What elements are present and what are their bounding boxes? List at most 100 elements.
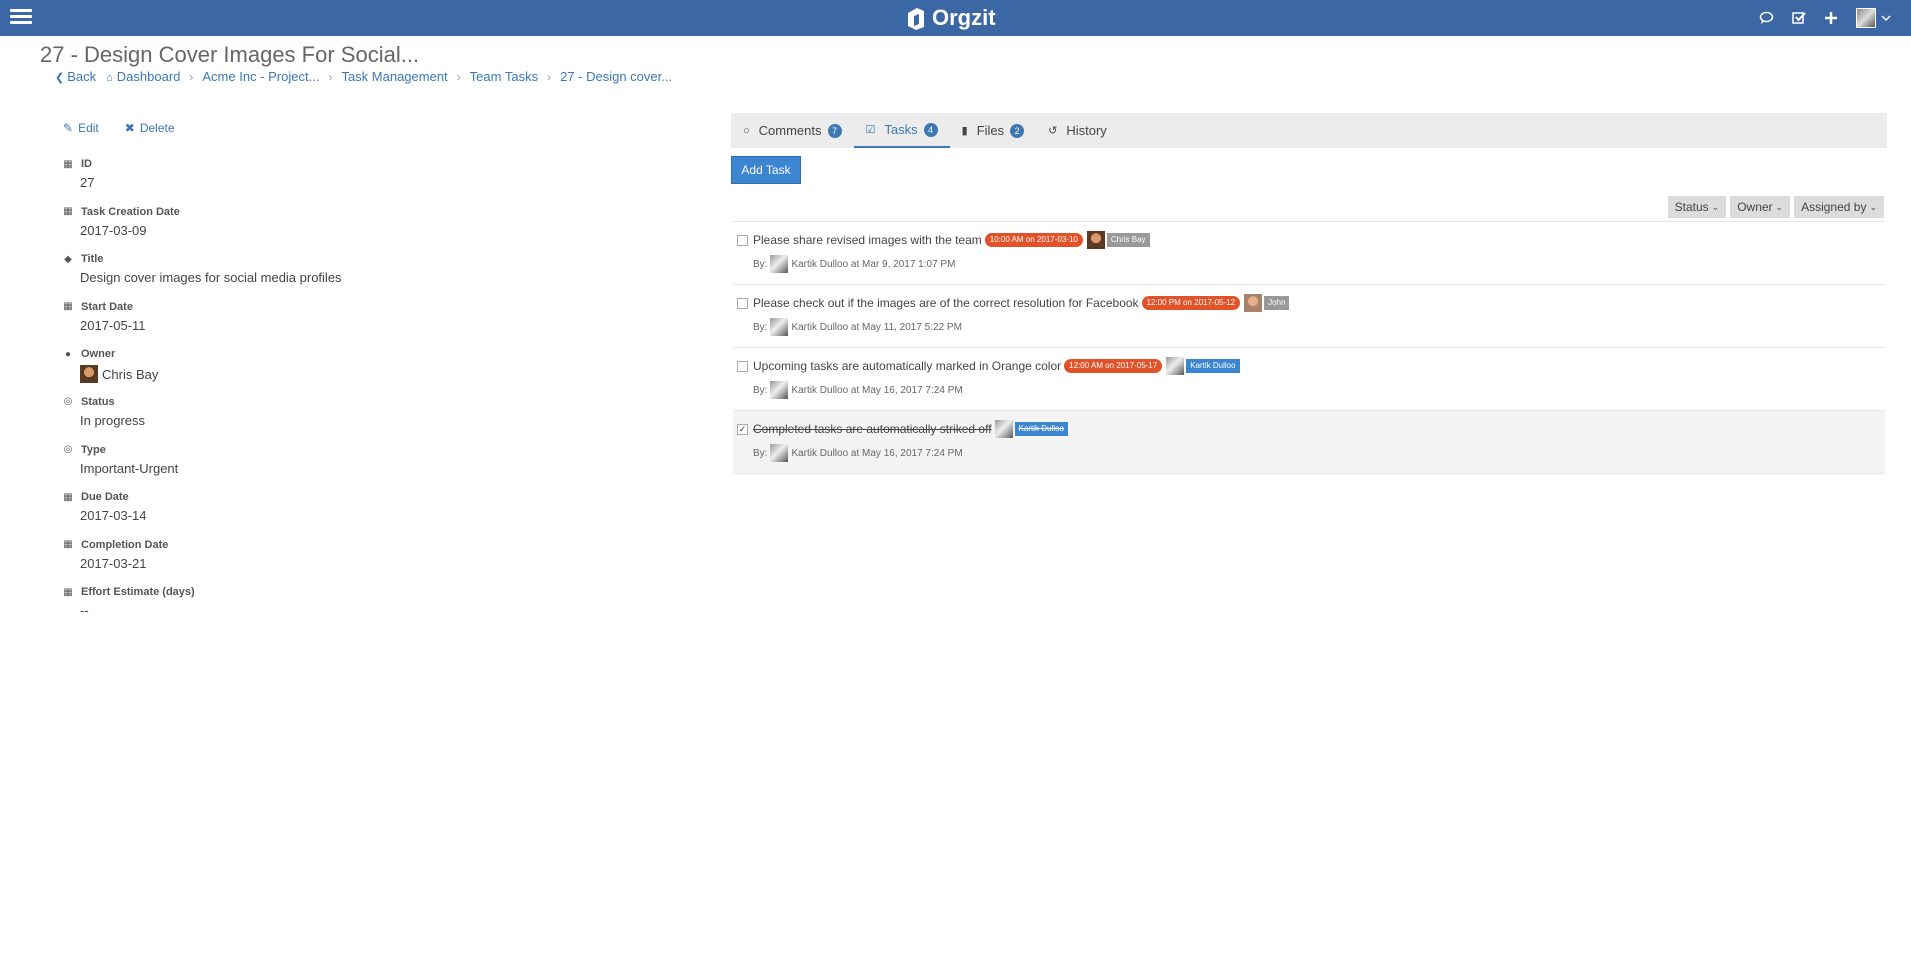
filter-owner[interactable]: Owner ⌄ <box>1730 196 1791 218</box>
avatar <box>770 381 789 399</box>
avatar <box>770 255 789 273</box>
chat-icon[interactable] <box>1759 11 1774 25</box>
calendar-icon: ▦ <box>63 301 73 313</box>
file-icon: ▮ <box>961 125 968 137</box>
target-icon: ◎ <box>63 396 73 408</box>
task-meta: Kartik Dulloo at May 16, 2017 7:24 PM <box>791 447 963 459</box>
avatar <box>1086 231 1105 249</box>
breadcrumb: ❮ Back ⌂ Dashboard › Acme Inc - Project...… <box>55 69 672 84</box>
tab-comments[interactable]: ○ Comments 7 <box>731 113 854 148</box>
count-badge: 4 <box>923 122 938 137</box>
page-title: 27 - Design Cover Images For Social... <box>40 42 420 67</box>
by-label: By: <box>753 384 768 396</box>
breadcrumb-current[interactable]: 27 - Design cover... <box>560 69 672 84</box>
chevron-left-icon: ❮ <box>55 72 65 84</box>
task-list: Please share revised images with the tea… <box>733 221 1885 474</box>
chevron-down-icon: ⌄ <box>1869 201 1877 212</box>
breadcrumb-team-tasks[interactable]: Team Tasks <box>470 69 538 84</box>
due-badge: 12:00 AM on 2017-05-17 <box>1064 359 1163 373</box>
comments-icon: ○ <box>743 124 750 137</box>
orgzit-logo-icon <box>908 8 924 30</box>
task-filters: Status ⌄ Owner ⌄ Assigned by ⌄ <box>1664 196 1884 218</box>
record-fields: ▦ ID 27 ▦ Task Creation Date 2017-03-09 ◆ T… <box>63 158 663 616</box>
field-task-creation-date: ▦ Task Creation Date 2017-03-09 <box>63 205 180 238</box>
tag-icon: ◆ <box>64 253 72 265</box>
user-icon: ● <box>64 348 72 360</box>
owner-tag: Kartik Dulloo <box>1186 359 1240 373</box>
breadcrumb-task-management[interactable]: Task Management <box>341 69 447 84</box>
breadcrumb-separator: › <box>456 69 461 84</box>
edit-button[interactable]: ✎ Edit <box>63 121 99 135</box>
add-icon[interactable] <box>1824 11 1838 25</box>
owner-tag: John <box>1264 296 1290 310</box>
task-checkbox[interactable] <box>737 234 748 246</box>
field-type: ◎ Type Important-Urgent <box>63 443 179 476</box>
field-start-date: ▦ Start Date 2017-05-11 <box>63 300 146 333</box>
avatar <box>770 318 789 336</box>
field-status: ◎ Status In progress <box>63 395 146 428</box>
tasks-checkbox-icon[interactable] <box>1792 11 1806 25</box>
avatar <box>994 420 1013 438</box>
task-checkbox[interactable]: ✓ <box>737 423 748 435</box>
by-label: By: <box>753 321 768 333</box>
filter-assigned-by[interactable]: Assigned by ⌄ <box>1794 196 1884 218</box>
field-id: ▦ ID 27 <box>63 158 95 190</box>
task-title[interactable]: Upcoming tasks are automatically marked … <box>753 359 1061 373</box>
field-title: ◆ Title Design cover images for social me… <box>64 253 342 286</box>
field-completion-date: ▦ Completion Date 2017-03-21 <box>63 538 169 571</box>
field-effort-estimate: ▦ Effort Estimate (days) -- <box>63 586 195 617</box>
task-item: Please share revised images with the tea… <box>733 222 1885 285</box>
task-meta: Kartik Dulloo at May 11, 2017 5:22 PM <box>791 321 962 333</box>
calendar-icon: ▦ <box>63 491 73 503</box>
close-icon: ✖ <box>124 121 135 135</box>
tab-tasks[interactable]: ☑ Tasks 4 <box>853 113 950 148</box>
count-badge: 2 <box>1010 123 1025 138</box>
task-title[interactable]: Please share revised images with the tea… <box>753 233 982 247</box>
task-item: Please check out if the images are of th… <box>733 285 1885 348</box>
chevron-down-icon: ⌄ <box>1711 201 1720 212</box>
field-due-date: ▦ Due Date 2017-03-14 <box>63 491 147 524</box>
tab-history[interactable]: ↺ History <box>1036 113 1119 148</box>
pencil-icon: ✎ <box>63 121 74 135</box>
due-badge: 10:00 AM on 2017-03-10 <box>984 233 1083 247</box>
task-item: ✓ Completed tasks are automatically stri… <box>733 411 1885 474</box>
user-avatar-menu[interactable] <box>1856 8 1891 28</box>
breadcrumb-dashboard[interactable]: ⌂ Dashboard <box>106 69 180 84</box>
history-icon: ↺ <box>1048 125 1058 137</box>
top-bar: Orgzit <box>0 0 1911 36</box>
brand-logo[interactable]: Orgzit <box>905 2 996 34</box>
breadcrumb-separator: › <box>547 69 552 84</box>
task-checkbox[interactable] <box>737 360 748 372</box>
task-title[interactable]: Completed tasks are automatically strike… <box>753 422 992 436</box>
checkmark-icon: ✓ <box>738 423 747 434</box>
task-meta: Kartik Dulloo at May 16, 2017 7:24 PM <box>791 384 963 396</box>
add-task-button[interactable]: Add Task <box>731 156 801 184</box>
owner-tag: Kartik Dulloo <box>1014 422 1068 436</box>
delete-button[interactable]: ✖ Delete <box>125 121 175 135</box>
task-title[interactable]: Please check out if the images are of th… <box>753 296 1139 310</box>
avatar <box>80 365 98 384</box>
breadcrumb-separator: › <box>189 69 194 84</box>
calendar-icon: ▦ <box>63 539 73 551</box>
target-icon: ◎ <box>63 444 73 456</box>
checkbox-icon: ☑ <box>865 124 876 136</box>
breadcrumb-project[interactable]: Acme Inc - Project... <box>202 69 319 84</box>
filter-status[interactable]: Status ⌄ <box>1667 196 1727 218</box>
record-actions: ✎ Edit ✖ Delete <box>63 121 201 135</box>
menu-icon[interactable] <box>10 6 32 28</box>
by-label: By: <box>753 447 768 459</box>
breadcrumb-back[interactable]: ❮ Back <box>55 69 96 84</box>
calendar-icon: ▦ <box>63 206 73 218</box>
tab-files[interactable]: ▮ Files 2 <box>950 113 1037 148</box>
calculator-icon: ▦ <box>63 586 73 598</box>
chevron-down-icon: ⌄ <box>1775 201 1784 212</box>
field-owner: ● Owner Chris Bay <box>64 348 159 384</box>
task-checkbox[interactable] <box>737 297 748 309</box>
task-item: Upcoming tasks are automatically marked … <box>733 348 1885 411</box>
avatar <box>1166 357 1185 375</box>
brand-name: Orgzit <box>932 5 996 30</box>
breadcrumb-separator: › <box>328 69 333 84</box>
avatar <box>1856 8 1876 28</box>
avatar <box>770 444 789 462</box>
by-label: By: <box>753 258 768 270</box>
